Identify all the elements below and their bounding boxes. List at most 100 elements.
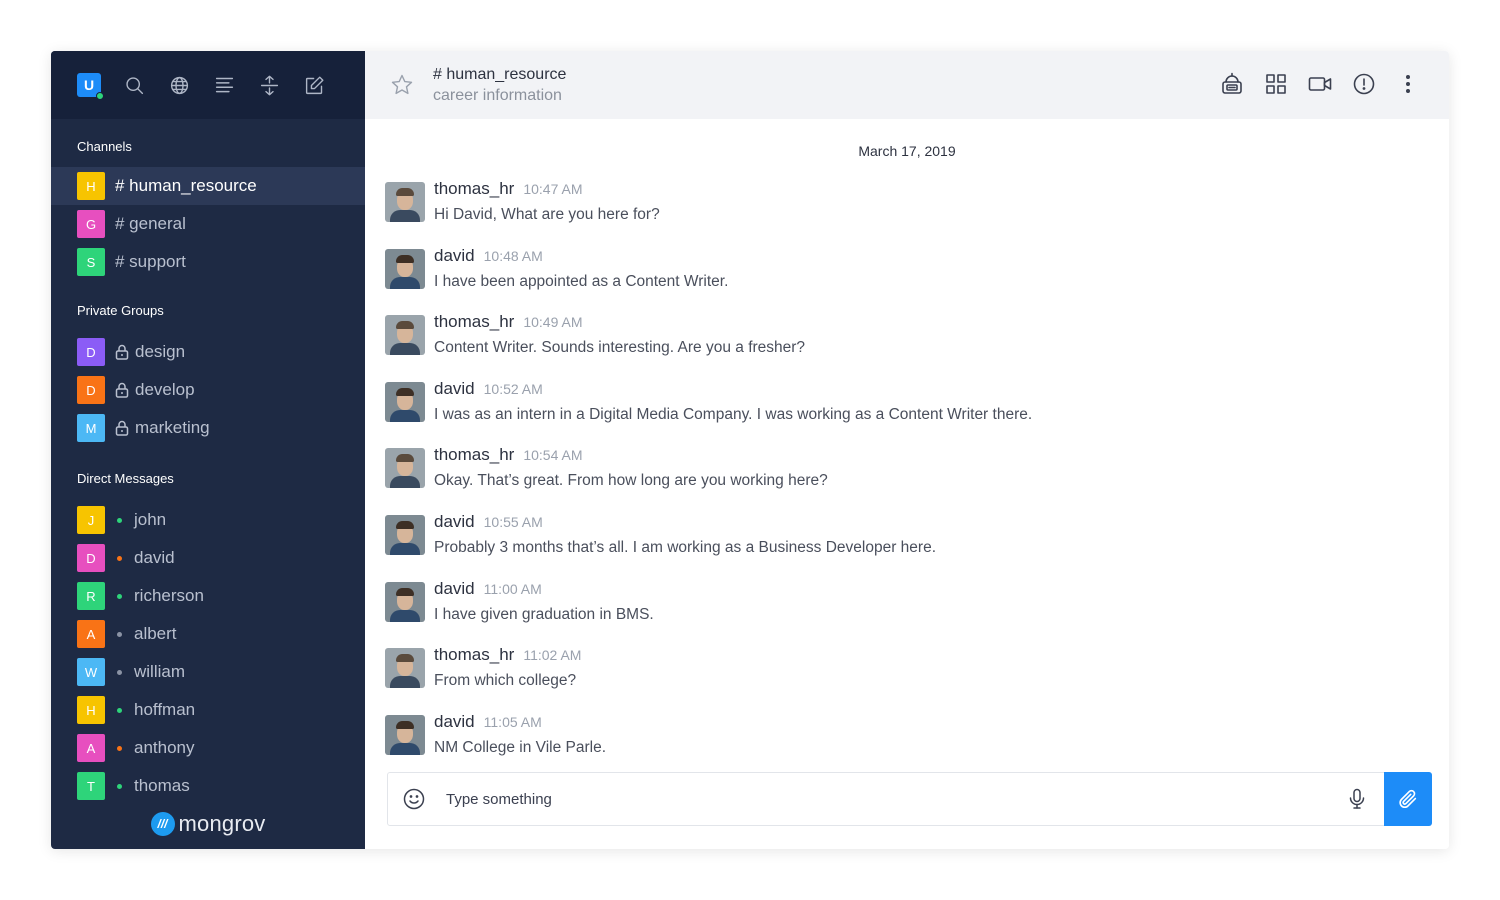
paperclip-icon xyxy=(1399,789,1417,809)
dm-badge: T xyxy=(77,772,105,800)
group-label: develop xyxy=(135,380,195,399)
message-body: david 11:00 AM I have given graduation in … xyxy=(434,579,654,646)
channel-topic: career information xyxy=(433,86,562,104)
dm-item-john[interactable]: Jjohn xyxy=(51,501,365,539)
dm-badge: W xyxy=(77,658,105,686)
channel-badge: G xyxy=(77,210,105,238)
lock-icon xyxy=(115,382,129,398)
message-header: thomas_hr 10:47 AM xyxy=(434,179,660,199)
message-header: david 10:55 AM xyxy=(434,512,936,532)
group-item-marketing[interactable]: M marketing xyxy=(51,409,365,447)
message-item: thomas_hr 10:47 AM Hi David, What are you … xyxy=(385,179,1429,246)
presence-status-dot xyxy=(117,745,122,751)
message-input[interactable] xyxy=(446,790,1345,808)
info-alert-icon[interactable] xyxy=(1351,71,1377,97)
dm-label: david xyxy=(134,548,175,567)
lock-icon xyxy=(115,420,129,436)
message-body: david 11:05 AM NM College in Vile Parle. xyxy=(434,712,606,779)
dm-item-thomas[interactable]: Tthomas xyxy=(51,767,365,805)
compose-icon[interactable] xyxy=(303,74,325,96)
dm-item-hoffman[interactable]: Hhoffman xyxy=(51,691,365,729)
emoji-icon[interactable] xyxy=(402,787,426,811)
group-badge: D xyxy=(77,338,105,366)
presence-status-dot xyxy=(117,631,122,637)
message-header: thomas_hr 10:49 AM xyxy=(434,312,805,332)
attach-button[interactable] xyxy=(1384,772,1432,826)
message-author[interactable]: david xyxy=(434,379,475,399)
message-item: thomas_hr 11:02 AM From which college? xyxy=(385,645,1429,712)
channel-badge: S xyxy=(77,248,105,276)
dm-item-william[interactable]: Wwilliam xyxy=(51,653,365,691)
dm-item-albert[interactable]: Aalbert xyxy=(51,615,365,653)
channel-badge: H xyxy=(77,172,105,200)
avatar[interactable] xyxy=(385,315,425,356)
chat-header: # human_resource career information xyxy=(365,51,1449,119)
group-item-develop[interactable]: D develop xyxy=(51,371,365,409)
channel-item-human-resource[interactable]: H # human_resource xyxy=(51,167,365,205)
video-call-icon[interactable] xyxy=(1307,71,1333,97)
channels-heading: Channels xyxy=(77,139,132,154)
grid-icon[interactable] xyxy=(1263,71,1289,97)
presence-status-dot xyxy=(117,593,122,599)
date-divider: March 17, 2019 xyxy=(858,143,956,159)
user-avatar[interactable]: U xyxy=(77,73,104,100)
avatar[interactable] xyxy=(385,381,425,422)
avatar[interactable] xyxy=(385,248,425,289)
avatar[interactable] xyxy=(385,648,425,689)
search-icon[interactable] xyxy=(123,74,145,96)
avatar[interactable] xyxy=(385,581,425,622)
message-text: I was as an intern in a Digital Media Co… xyxy=(434,405,1033,423)
dm-label: thomas xyxy=(134,776,190,795)
message-author[interactable]: thomas_hr xyxy=(434,312,514,332)
presence-status-dot xyxy=(117,517,122,523)
channel-item-support[interactable]: S # support xyxy=(51,243,365,281)
message-author[interactable]: david xyxy=(434,579,475,599)
dm-label: hoffman xyxy=(134,700,196,719)
dm-label: albert xyxy=(134,624,177,643)
message-composer xyxy=(387,772,1432,826)
message-author[interactable]: thomas_hr xyxy=(434,445,514,465)
message-author[interactable]: david xyxy=(434,512,475,532)
message-text: Hi David, What are you here for? xyxy=(434,206,660,223)
avatar[interactable] xyxy=(385,514,425,555)
message-text: I have given graduation in BMS. xyxy=(434,605,654,623)
dm-item-richerson[interactable]: Rricherson xyxy=(51,577,365,615)
star-icon[interactable] xyxy=(390,73,414,97)
group-badge: D xyxy=(77,376,105,404)
message-author[interactable]: thomas_hr xyxy=(434,179,514,199)
presence-status-dot xyxy=(117,669,122,675)
message-timestamp: 11:02 AM xyxy=(523,647,582,664)
dm-item-david[interactable]: Ddavid xyxy=(51,539,365,577)
sort-icon[interactable] xyxy=(258,74,280,96)
message-item: david 10:52 AM I was as an intern in a Dig… xyxy=(385,379,1429,446)
globe-icon[interactable] xyxy=(168,74,190,96)
sidebar: U Channels H # human_resource G # genera… xyxy=(51,51,365,849)
brand-name: mongrov xyxy=(178,811,266,836)
channel-info: # human_resource career information xyxy=(433,66,566,105)
bot-icon[interactable] xyxy=(1219,71,1245,97)
dm-label: richerson xyxy=(134,586,204,605)
align-left-icon[interactable] xyxy=(213,74,235,96)
message-item: david 10:48 AM I have been appointed as a … xyxy=(385,246,1429,313)
message-author[interactable]: thomas_hr xyxy=(434,645,514,665)
group-item-design[interactable]: D design xyxy=(51,333,365,371)
message-item: david 10:55 AM Probably 3 months that’s al… xyxy=(385,512,1429,579)
message-author[interactable]: david xyxy=(434,246,475,266)
message-item: thomas_hr 10:54 AM Okay. That’s great. Fro… xyxy=(385,445,1429,512)
message-body: david 10:52 AM I was as an intern in a Dig… xyxy=(434,379,1032,446)
channel-label: # general xyxy=(115,214,186,233)
avatar[interactable] xyxy=(385,182,425,222)
message-list: thomas_hr 10:47 AM Hi David, What are you … xyxy=(385,179,1429,778)
channel-item-general[interactable]: G # general xyxy=(51,205,365,243)
more-options-icon[interactable] xyxy=(1395,71,1421,97)
channel-label: # support xyxy=(115,252,186,271)
message-author[interactable]: david xyxy=(434,712,475,732)
message-body: david 10:48 AM I have been appointed as a … xyxy=(434,246,728,313)
message-body: thomas_hr 10:54 AM Okay. That’s great. Fro… xyxy=(434,445,828,512)
dm-item-anthony[interactable]: Aanthony xyxy=(51,729,365,767)
microphone-icon[interactable] xyxy=(1345,787,1369,811)
user-avatar-letter: U xyxy=(83,77,95,93)
avatar[interactable] xyxy=(385,448,425,489)
avatar[interactable] xyxy=(385,714,425,755)
message-text: NM College in Vile Parle. xyxy=(434,738,607,756)
